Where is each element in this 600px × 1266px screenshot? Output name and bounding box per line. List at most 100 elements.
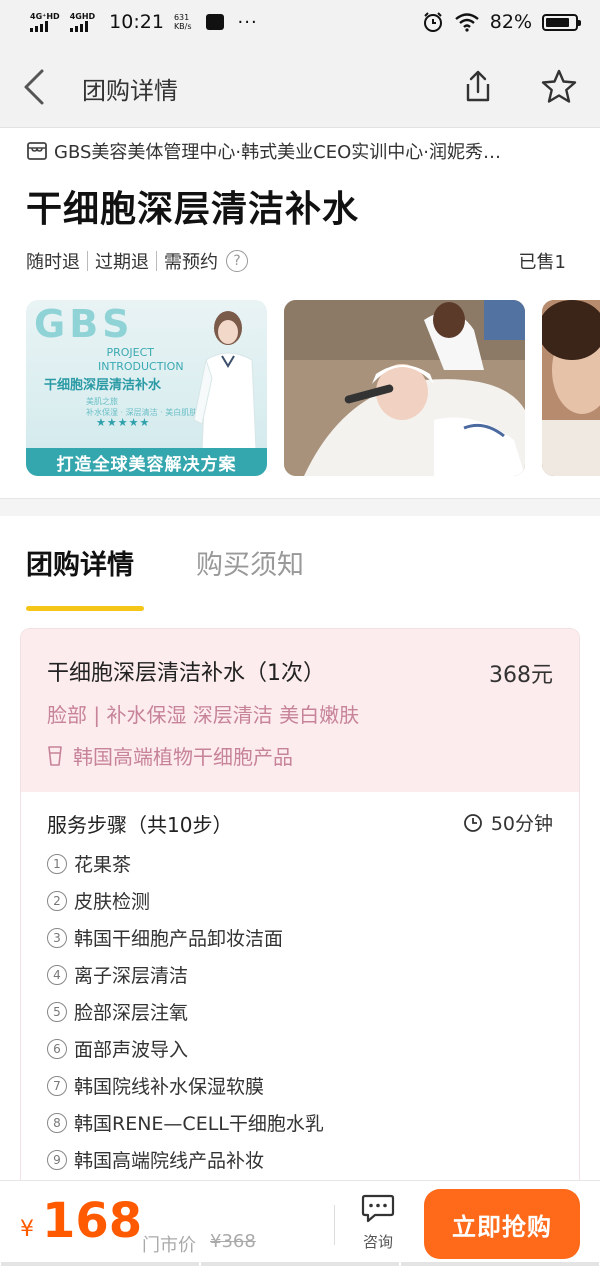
- gesture-bar: [0, 1262, 600, 1266]
- purchase-bar: ¥ 168 门市价 ¥368 咨询 立即抢购: [0, 1180, 600, 1266]
- step-number: 9: [47, 1149, 67, 1170]
- steps-title: 服务步骤（共10步）: [47, 813, 233, 837]
- shop-link[interactable]: GBS美容美体管理中心·韩式美业CEO实训中心·润妮秀…: [26, 138, 586, 164]
- step-text: 韩国高端院线产品补妆: [74, 1150, 265, 1172]
- network-speed-unit: KB/s: [173, 22, 192, 31]
- step-text: 离子深层清洁: [74, 965, 189, 987]
- treatment-photo: [284, 300, 525, 476]
- currency-symbol: ¥: [20, 1217, 34, 1242]
- step-text: 花果茶: [74, 854, 132, 876]
- network-speed: 631 KB/s: [174, 13, 192, 31]
- deal-title: 干细胞深层清洁补水: [26, 189, 360, 230]
- sim2-label: 4GHD: [69, 12, 96, 21]
- list-item: 6 面部声波导入: [47, 1030, 324, 1067]
- consult-label: 咨询: [362, 1233, 393, 1251]
- step-text: 韩国院线补水保湿软膜: [74, 1076, 265, 1098]
- sim1-label: 4G⁺HD: [30, 12, 60, 21]
- deal-price: 168: [42, 1193, 143, 1249]
- third-photo: [542, 300, 600, 476]
- status-time: 10:21: [109, 11, 164, 33]
- package-tags: 脸部 | 补水保湿 深层清洁 美白嫩肤: [47, 703, 360, 727]
- promo-introduction: INTRODUCTION: [98, 360, 184, 373]
- battery-percent: 82%: [489, 11, 532, 33]
- consult-button[interactable]: 咨询: [356, 1193, 400, 1252]
- battery-icon: [542, 13, 581, 31]
- service-steps-list: 1 花果茶 2 皮肤检测 3 韩国干细胞产品卸妆洁面 4 离子深层清洁 5 脸部深层注氧 …: [47, 845, 324, 1178]
- step-number: 5: [47, 1001, 67, 1022]
- list-item: 7 韩国院线补水保湿软膜: [47, 1067, 324, 1104]
- step-text: 韩国RENE—CELL干细胞水乳: [74, 1113, 324, 1135]
- refund-tags: 随时退 过期退 需预约 ?: [26, 248, 248, 274]
- more-notifications-icon: ···: [237, 11, 258, 33]
- step-number: 3: [47, 927, 67, 948]
- promo-project: PROJECT: [106, 346, 154, 359]
- tag-anytime-refund: 随时退: [26, 252, 80, 273]
- product-bottle-icon: [48, 745, 62, 766]
- promo-banner: 打造全球美容解决方案: [26, 448, 267, 476]
- tag-divider: [87, 251, 88, 271]
- step-number: 2: [47, 890, 67, 911]
- package-card-header: 干细胞深层清洁补水（1次） 368元 脸部 | 补水保湿 深层清洁 美白嫩肤 韩…: [21, 629, 579, 792]
- back-arrow-icon[interactable]: [20, 68, 50, 106]
- step-number: 4: [47, 964, 67, 985]
- promo-stars: ★★★★★: [96, 416, 151, 429]
- market-price: ¥368: [210, 1231, 256, 1252]
- package-price: 368元: [489, 663, 553, 688]
- step-text: 皮肤检测: [74, 891, 151, 913]
- step-text: 面部声波导入: [74, 1039, 189, 1061]
- bar-divider: [334, 1205, 335, 1245]
- list-item: 2 皮肤检测: [47, 882, 324, 919]
- service-duration: 50分钟: [463, 809, 553, 836]
- signal-sim2-icon: 4GHD: [69, 12, 96, 32]
- package-title: 干细胞深层清洁补水（1次）: [47, 661, 325, 686]
- page-title: 团购详情: [82, 77, 178, 105]
- list-item: 9 韩国高端院线产品补妆: [47, 1141, 324, 1178]
- favorite-star-icon[interactable]: [540, 68, 578, 106]
- network-speed-value: 631: [173, 13, 190, 22]
- help-question-icon[interactable]: ?: [226, 250, 248, 272]
- message-notification-icon: [205, 14, 224, 30]
- navigation-bar: 团购详情: [0, 44, 600, 128]
- step-number: 1: [47, 853, 67, 874]
- store-icon: [27, 142, 47, 160]
- product-name: 韩国高端植物干细胞产品: [73, 745, 293, 769]
- section-divider: [0, 498, 600, 516]
- package-card: 干细胞深层清洁补水（1次） 368元 脸部 | 补水保湿 深层清洁 美白嫩肤 韩…: [20, 628, 580, 1228]
- gbs-logo: GBS: [34, 302, 134, 346]
- shop-name: GBS美容美体管理中心·韩式美业CEO实训中心·润妮秀…: [54, 142, 501, 163]
- step-number: 6: [47, 1038, 67, 1059]
- share-icon[interactable]: [460, 68, 496, 104]
- duration-value: 50分钟: [490, 813, 553, 835]
- promo-project-text: PROJECT INTRODUCTION: [98, 346, 184, 374]
- chat-bubble-icon: [361, 1194, 395, 1223]
- tab-purchase-notice[interactable]: 购买须知: [196, 543, 304, 582]
- image-gallery[interactable]: GBS PROJECT INTRODUCTION 干细胞深层清洁补水 美肌之旅 …: [26, 300, 600, 478]
- step-number: 7: [47, 1075, 67, 1096]
- list-item: 8 韩国RENE—CELL干细胞水乳: [47, 1104, 324, 1141]
- package-product: 韩国高端植物干细胞产品: [47, 741, 293, 770]
- market-price-label: 门市价: [142, 1235, 196, 1256]
- list-item: 4 离子深层清洁: [47, 956, 324, 993]
- list-item: 1 花果茶: [47, 845, 324, 882]
- step-number: 8: [47, 1112, 67, 1133]
- promo-heading: 干细胞深层清洁补水: [44, 378, 162, 393]
- alarm-icon: [423, 12, 442, 32]
- gallery-image-treatment[interactable]: [284, 300, 525, 476]
- step-text: 脸部深层注氧: [74, 1002, 189, 1024]
- gallery-image-promo[interactable]: GBS PROJECT INTRODUCTION 干细胞深层清洁补水 美肌之旅 …: [26, 300, 267, 476]
- signal-sim1-icon: 4G⁺HD: [30, 12, 60, 32]
- list-item: 3 韩国干细胞产品卸妆洁面: [47, 919, 324, 956]
- gallery-image-third[interactable]: [542, 300, 600, 476]
- tag-expired-refund: 过期退: [95, 252, 149, 273]
- clock-icon: [463, 813, 482, 832]
- step-text: 韩国干细胞产品卸妆洁面: [74, 928, 284, 950]
- tag-divider: [156, 251, 157, 271]
- sold-count: 已售1: [518, 252, 566, 273]
- list-item: 5 脸部深层注氧: [47, 993, 324, 1030]
- tab-deal-details[interactable]: 团购详情: [26, 543, 134, 582]
- status-bar: 4G⁺HD 4GHD 10:21 631 KB/s ··· 82%: [0, 0, 600, 44]
- buy-now-button[interactable]: 立即抢购: [424, 1189, 580, 1259]
- wifi-icon: [455, 13, 479, 32]
- active-tab-indicator: [26, 606, 144, 611]
- tag-reservation-required: 需预约: [164, 252, 218, 273]
